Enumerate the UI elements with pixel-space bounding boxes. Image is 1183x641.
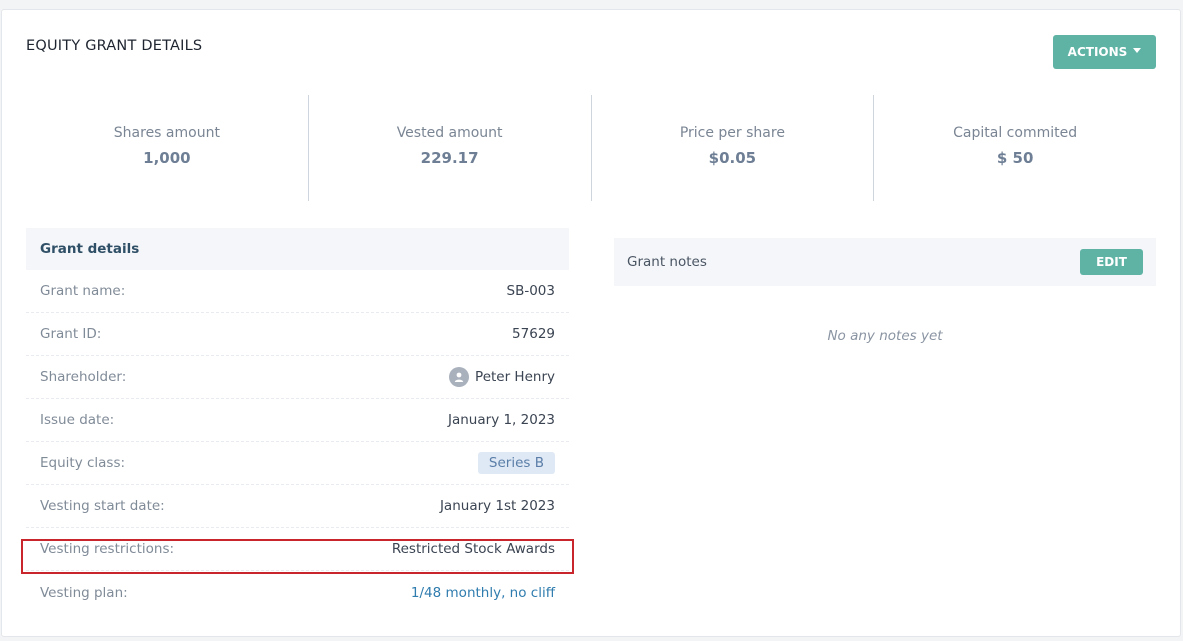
detail-row-vesting-start-date: Vesting start date: January 1st 2023 xyxy=(26,485,569,528)
stat-value: $ 50 xyxy=(996,149,1034,167)
stat-label: Vested amount xyxy=(396,125,503,141)
stat-price-per-share: Price per share $0.05 xyxy=(590,95,874,201)
stat-label: Price per share xyxy=(679,125,785,141)
detail-row-grant-name: Grant name: SB-003 xyxy=(26,270,569,313)
row-label: Grant ID: xyxy=(40,326,102,342)
shareholder-value[interactable]: Peter Henry xyxy=(449,367,555,387)
actions-dropdown-button[interactable]: ACTIONS xyxy=(1053,35,1156,69)
stat-capital-committed: Capital commited $ 50 xyxy=(873,95,1156,201)
detail-row-shareholder: Shareholder: Peter Henry xyxy=(26,356,569,399)
equity-class-badge: Series B xyxy=(477,452,555,474)
grant-details-header: Grant details xyxy=(26,228,569,270)
user-avatar-icon xyxy=(449,367,470,387)
row-value: SB-003 xyxy=(506,283,555,299)
stat-value: 229.17 xyxy=(420,149,479,167)
row-value: January 1st 2023 xyxy=(439,498,555,514)
vesting-plan-link[interactable]: 1/48 monthly, no cliff xyxy=(411,585,555,601)
row-label: Grant name: xyxy=(40,283,126,299)
grant-notes-panel: Grant notes EDIT No any notes yet xyxy=(614,238,1156,344)
row-value: 57629 xyxy=(512,326,555,342)
grant-details-title: Grant details xyxy=(40,241,140,257)
stat-label: Capital commited xyxy=(953,125,1078,141)
detail-row-vesting-restrictions: Vesting restrictions: Restricted Stock A… xyxy=(26,528,569,571)
grant-notes-header: Grant notes EDIT xyxy=(614,238,1156,286)
grant-notes-title: Grant notes xyxy=(627,254,707,270)
stat-value: 1,000 xyxy=(143,149,191,167)
row-label: Equity class: xyxy=(40,455,126,471)
detail-row-grant-id: Grant ID: 57629 xyxy=(26,313,569,356)
detail-row-equity-class: Equity class: Series B xyxy=(26,442,569,485)
detail-row-vesting-plan: Vesting plan: 1/48 monthly, no cliff xyxy=(26,571,569,614)
detail-row-issue-date: Issue date: January 1, 2023 xyxy=(26,399,569,442)
grant-details-panel: Grant details Grant name: SB-003 Grant I… xyxy=(26,228,569,614)
row-label: Vesting plan: xyxy=(40,584,128,601)
page-title: EQUITY GRANT DETAILS xyxy=(26,38,203,54)
stats-summary: Shares amount 1,000 Vested amount 229.17… xyxy=(26,95,1156,201)
edit-notes-button[interactable]: EDIT xyxy=(1080,249,1143,275)
caret-down-icon xyxy=(1133,48,1142,53)
stat-value: $0.05 xyxy=(708,149,757,167)
row-label: Vesting start date: xyxy=(40,498,165,514)
row-label: Issue date: xyxy=(40,412,115,428)
stat-shares-amount: Shares amount 1,000 xyxy=(26,95,308,201)
row-label: Vesting restrictions: xyxy=(40,541,175,557)
equity-grant-card: EQUITY GRANT DETAILS ACTIONS Shares amou… xyxy=(1,9,1181,637)
shareholder-name: Peter Henry xyxy=(475,369,555,385)
stat-label: Shares amount xyxy=(113,125,220,141)
stat-vested-amount: Vested amount 229.17 xyxy=(307,95,591,201)
actions-label: ACTIONS xyxy=(1067,45,1128,59)
row-label: Shareholder: xyxy=(40,369,127,385)
notes-empty-state: No any notes yet xyxy=(827,328,943,344)
row-value: January 1, 2023 xyxy=(448,412,555,428)
row-value: Restricted Stock Awards xyxy=(391,541,555,557)
